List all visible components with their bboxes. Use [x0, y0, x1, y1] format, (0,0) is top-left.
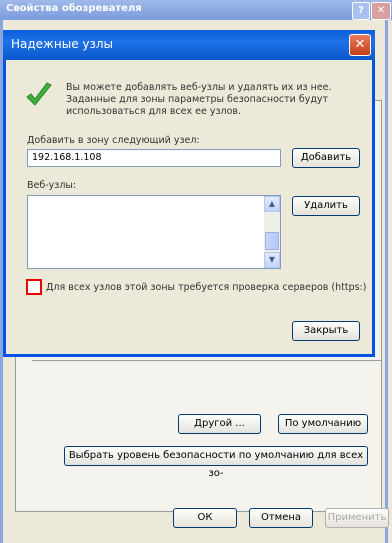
remove-site-button[interactable]: Удалить: [292, 196, 360, 216]
help-button[interactable]: ?: [352, 2, 370, 20]
add-site-input[interactable]: 192.168.1.108: [27, 149, 281, 167]
ok-button[interactable]: ОК: [173, 508, 237, 528]
websites-label: Веб-узлы:: [27, 180, 77, 191]
dialog-close-button[interactable]: Закрыть: [292, 321, 360, 341]
checkmark-icon: [26, 82, 52, 106]
add-site-button[interactable]: Добавить: [292, 148, 360, 168]
apply-button[interactable]: Применить: [325, 508, 389, 528]
scroll-down-icon[interactable]: ▼: [264, 252, 280, 268]
reset-all-zones-button[interactable]: Выбрать уровень безопасности по умолчани…: [64, 446, 368, 479]
default-level-button[interactable]: По умолчанию: [278, 414, 368, 434]
outer-close-button[interactable]: ✕: [371, 2, 391, 20]
add-site-label: Добавить в зону следующий узел:: [27, 135, 200, 146]
cancel-button[interactable]: Отмена: [249, 508, 313, 528]
require-https-label: Для всех узлов этой зоны требуется прове…: [46, 282, 366, 293]
dialog-title: Надежные узлы: [11, 37, 114, 51]
custom-level-button[interactable]: Другой ...: [178, 414, 261, 434]
websites-scrollbar[interactable]: ▲ ▼: [264, 196, 280, 268]
scroll-thumb[interactable]: [265, 232, 279, 250]
outer-title-bar: Свойства обозревателя: [0, 0, 392, 20]
websites-list[interactable]: ▲ ▼: [27, 195, 281, 269]
dialog-close-icon[interactable]: ✕: [349, 34, 371, 56]
dialog-title-bar: Надежные узлы: [3, 30, 375, 60]
checkbox-highlight: [26, 279, 42, 295]
dialog-info-text: Вы можете добавлять веб-узлы и удалять и…: [66, 82, 332, 117]
scroll-up-icon[interactable]: ▲: [264, 196, 280, 212]
outer-window-title: Свойства обозревателя: [6, 3, 142, 14]
